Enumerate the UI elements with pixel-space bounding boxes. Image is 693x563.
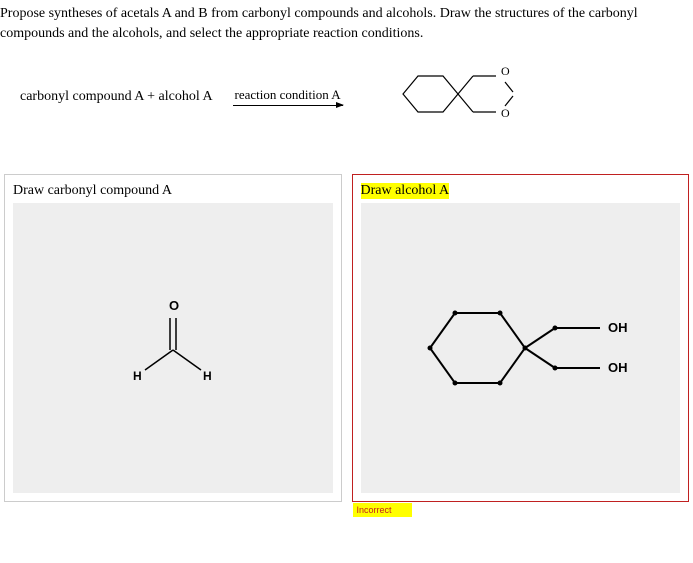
question-text: Propose syntheses of acetals A and B fro… bbox=[0, 4, 693, 59]
drawing-canvas-a[interactable]: O H H bbox=[13, 203, 333, 493]
panel-a-title: Draw carbonyl compound A bbox=[13, 183, 172, 199]
oxygen-label: O bbox=[501, 64, 510, 78]
product-structure: O O bbox=[393, 59, 523, 134]
panel-carbonyl-a: Draw carbonyl compound A O H H bbox=[4, 174, 342, 502]
drawing-canvas-b[interactable]: OH OH bbox=[361, 203, 681, 493]
oxygen-atom: O bbox=[169, 298, 179, 313]
hydrogen-atom: H bbox=[133, 369, 142, 383]
hydroxyl-label: OH bbox=[608, 360, 628, 375]
panel-b-title: Draw alcohol A bbox=[361, 183, 450, 199]
reaction-equation: carbonyl compound A + alcohol A reaction… bbox=[0, 59, 693, 174]
incorrect-feedback: Incorrect bbox=[353, 503, 412, 517]
oxygen-label: O bbox=[501, 106, 510, 120]
reaction-condition: reaction condition A bbox=[235, 87, 341, 103]
arrow-icon bbox=[233, 105, 343, 106]
reactants-label: carbonyl compound A + alcohol A bbox=[20, 89, 213, 105]
reaction-arrow: reaction condition A bbox=[233, 87, 343, 106]
hydroxyl-label: OH bbox=[608, 320, 628, 335]
panel-alcohol-a: Draw alcohol A bbox=[352, 174, 690, 502]
panels-row: Draw carbonyl compound A O H H Draw alco… bbox=[0, 174, 693, 502]
hydrogen-atom: H bbox=[203, 369, 212, 383]
